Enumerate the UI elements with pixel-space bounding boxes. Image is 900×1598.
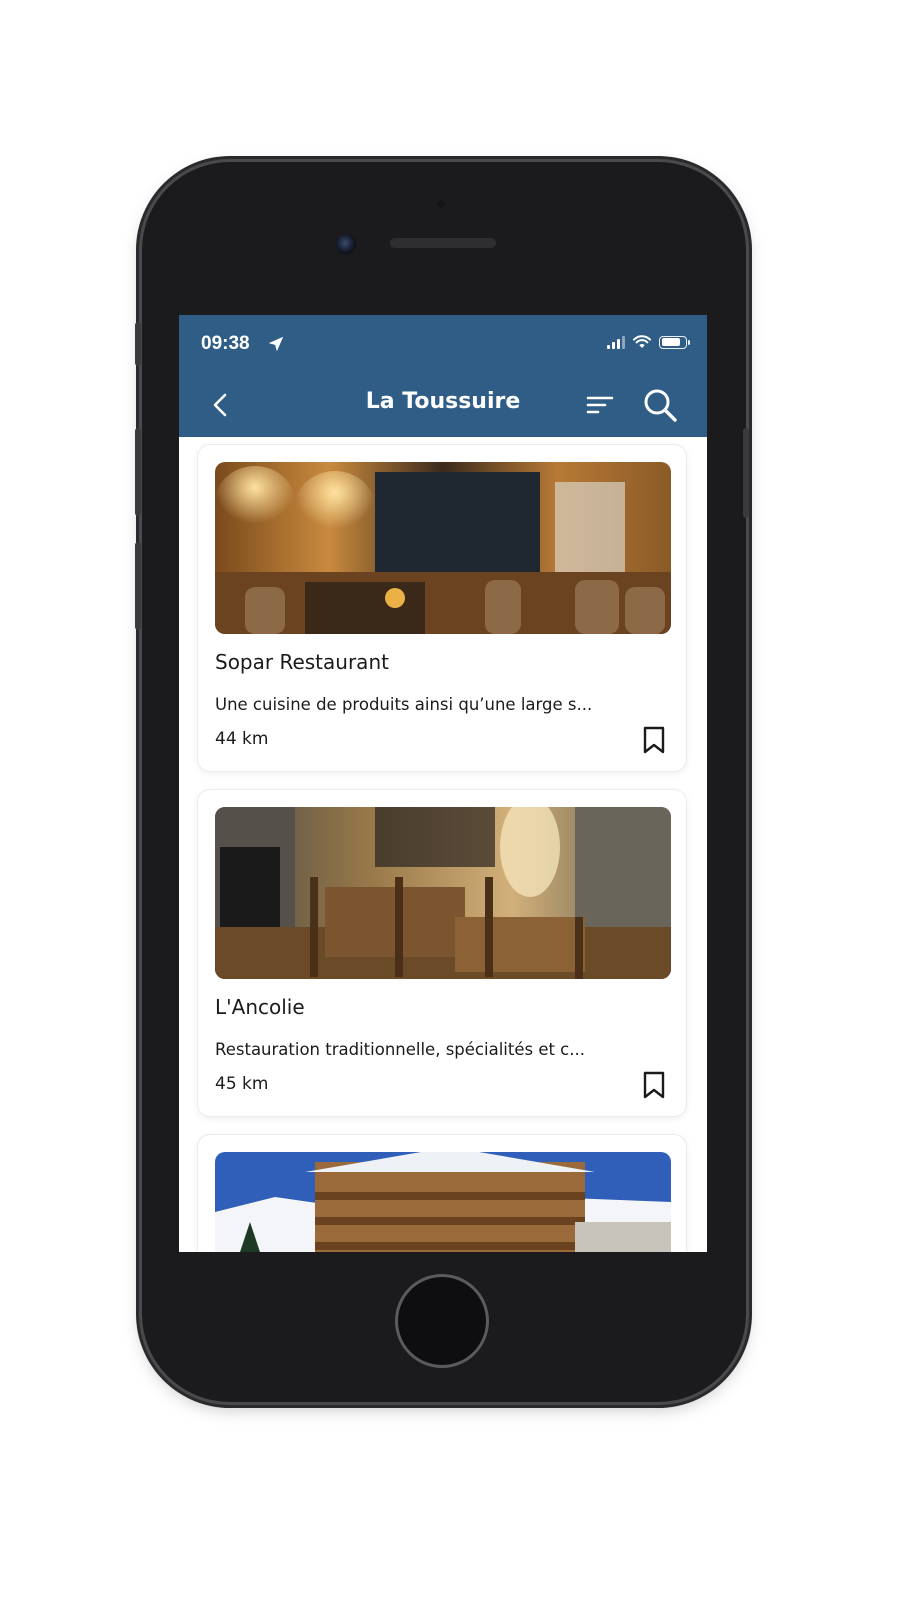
listing-name: L'Ancolie <box>215 995 305 1019</box>
bookmark-icon[interactable] <box>640 725 668 755</box>
listing-photo <box>215 807 671 979</box>
listing-photo <box>215 1152 671 1252</box>
volume-up-button <box>135 428 141 516</box>
listing-distance: 45 km <box>215 1074 269 1094</box>
proximity-sensor <box>437 200 445 208</box>
listing-photo <box>215 462 671 634</box>
page-title: La Toussuire <box>365 389 521 414</box>
cellular-signal-icon <box>607 335 625 349</box>
status-time: 09:38 <box>201 333 250 354</box>
listing-name: Sopar Restaurant <box>215 650 389 674</box>
wifi-icon <box>633 335 651 348</box>
listing-description: Restauration traditionnelle, spécialités… <box>215 1040 585 1059</box>
status-indicators <box>607 335 690 349</box>
location-arrow-icon <box>268 336 284 352</box>
battery-level <box>661 338 681 346</box>
listing-card[interactable] <box>198 1135 686 1252</box>
front-camera <box>336 234 356 254</box>
app-screen: 09:38 La Toussuire Sopar Restaurant Une … <box>179 315 707 1252</box>
app-header: 09:38 La Toussuire <box>179 315 707 437</box>
listing-card[interactable]: L'Ancolie Restauration traditionnelle, s… <box>198 790 686 1116</box>
power-button <box>743 428 749 518</box>
listing-card[interactable]: Sopar Restaurant Une cuisine de produits… <box>198 445 686 771</box>
battery-icon <box>659 335 690 349</box>
earpiece-speaker <box>390 238 496 248</box>
volume-down-button <box>135 542 141 630</box>
sort-button[interactable] <box>586 393 614 417</box>
bookmark-icon[interactable] <box>640 1070 668 1100</box>
listing-distance: 44 km <box>215 729 269 749</box>
search-button[interactable] <box>642 387 678 423</box>
home-button[interactable] <box>395 1274 489 1368</box>
silent-switch <box>135 322 141 366</box>
listing-description: Une cuisine de produits ainsi qu’une lar… <box>215 695 593 714</box>
